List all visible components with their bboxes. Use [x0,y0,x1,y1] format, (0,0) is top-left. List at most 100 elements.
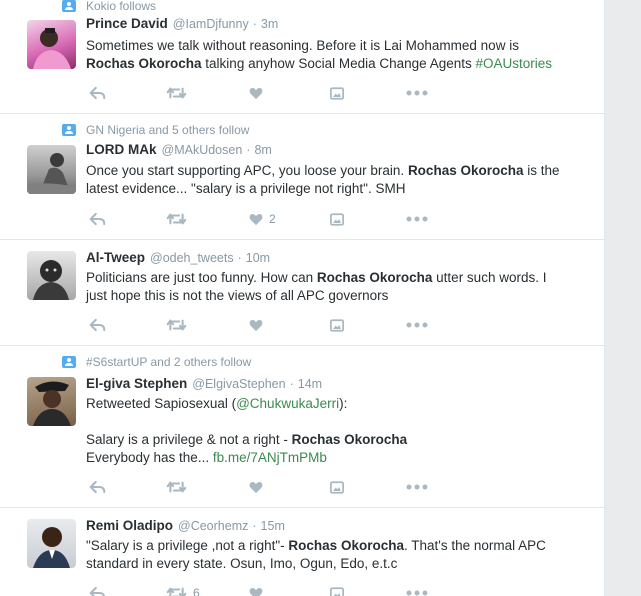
text-line: Sometimes we talk without reasoning. Bef… [86,38,519,53]
reply-button[interactable] [89,478,106,496]
follow-context: #S6startUP and 2 others follow [62,354,251,370]
more-button[interactable] [406,210,428,228]
text-fragment: utter such words. I [432,270,547,285]
text-line: standard in every state. Osun, Imo, Ogun… [86,556,398,571]
text-fragment: Once you start supporting APC, you loose… [86,163,408,178]
text-fragment: Everybody has the... [86,450,213,465]
reply-button[interactable] [89,316,106,334]
tweet-item[interactable]: Remi Oladipo @Ceorhemz · 15m "Salary is … [0,508,604,596]
tweet-item[interactable]: GN Nigeria and 5 others follow LORD MAk … [0,114,604,240]
author-handle[interactable]: @odeh_tweets [150,251,234,265]
author-name[interactable]: Prince David [86,16,168,31]
avatar[interactable] [27,377,76,426]
avatar[interactable] [27,145,76,194]
more-button[interactable] [406,316,428,334]
tweet-item[interactable]: Al-Tweep @odeh_tweets · 10m Politicians … [0,240,604,346]
text-line: Once you start supporting APC, you loose… [86,162,591,180]
retweet-icon [166,318,187,332]
tweet-actions [86,316,446,336]
tweet-actions [86,84,446,104]
heart-icon [249,213,263,226]
text-line: "Salary is a privilege ,not a right"- Ro… [86,537,591,555]
author-handle[interactable]: @IamDjfunny [173,17,249,31]
author-name[interactable]: Al-Tweep [86,250,145,265]
heart-icon [249,587,263,596]
tweet-item[interactable]: Kokio follows Prince David @IamDjfunny ·… [0,0,604,114]
retweet-button[interactable]: 6 [166,584,200,596]
text-line: latest evidence... "salary is a privileg… [86,181,406,196]
timeline: Kokio follows Prince David @IamDjfunny ·… [0,0,605,596]
avatar[interactable] [27,519,76,568]
text-fragment: ): [339,396,348,411]
avatar[interactable] [27,20,76,69]
retweet-button[interactable] [166,84,187,102]
reply-icon [89,480,106,494]
more-button[interactable] [406,584,428,596]
text-fragment: talking anyhow Social Media Change Agent… [201,56,476,71]
timestamp[interactable]: 10m [246,251,270,265]
like-button[interactable]: 2 [249,210,276,228]
reply-button[interactable] [89,84,106,102]
reply-icon [89,212,106,226]
media-button[interactable] [330,478,344,496]
mention-link[interactable]: @ChukwukaJerri [236,396,339,411]
reply-button[interactable] [89,210,106,228]
more-icon [406,484,428,490]
timestamp[interactable]: 15m [261,519,285,533]
follow-context: Kokio follows [62,0,156,14]
tweet-item[interactable]: #S6startUP and 2 others follow El-giva S… [0,346,604,508]
separator: · [252,17,257,31]
author-name[interactable]: LORD MAk [86,142,157,157]
like-button[interactable] [249,584,263,596]
reply-button[interactable] [89,584,106,596]
media-icon [330,481,344,494]
more-button[interactable] [406,478,428,496]
media-button[interactable] [330,210,344,228]
tweet-actions: 6 [86,584,446,596]
timestamp[interactable]: 8m [254,143,271,157]
media-button[interactable] [330,84,344,102]
timestamp[interactable]: 3m [261,17,278,31]
media-button[interactable] [330,316,344,334]
url-link[interactable]: fb.me/7ANjTmPMb [213,450,327,465]
media-button[interactable] [330,584,344,596]
reply-icon [89,586,106,596]
like-button[interactable] [249,316,263,334]
author-handle[interactable]: @ElgivaStephen [192,377,285,391]
hashtag-link[interactable]: #OAUstories [475,56,552,71]
more-button[interactable] [406,84,428,102]
avatar[interactable] [27,251,76,300]
retweet-button[interactable] [166,478,187,496]
text-line: Rochas Okorocha talking anyhow Social Me… [86,55,591,73]
text-line: Retweeted Sapiosexual (@ChukwukaJerri): [86,395,591,413]
more-icon [406,322,428,328]
like-button[interactable] [249,478,263,496]
text-fragment: "Salary is a privilege ,not a right"- [86,538,289,553]
separator: · [237,251,242,265]
heart-icon [249,319,263,332]
retweet-icon [166,586,187,596]
author-handle[interactable]: @MAkUdosen [162,143,243,157]
like-button[interactable] [249,84,263,102]
media-icon [330,587,344,596]
timestamp[interactable]: 14m [298,377,322,391]
retweet-button[interactable] [166,210,187,228]
text-line: just hope this is not the views of all A… [86,288,389,303]
author-handle[interactable]: @Ceorhemz [178,519,248,533]
tweet-text: Retweeted Sapiosexual (@ChukwukaJerri): … [86,395,591,467]
retweet-button[interactable] [166,316,187,334]
author-name[interactable]: El-giva Stephen [86,376,187,391]
author-name[interactable]: Remi Oladipo [86,518,173,533]
more-icon [406,590,428,596]
tweet-actions: 2 [86,210,446,230]
heart-icon [249,481,263,494]
like-count: 2 [269,212,276,226]
keyword-highlight: Rochas Okorocha [407,163,524,178]
person-icon [62,356,76,368]
tweet-actions [86,478,446,498]
text-fragment: . That's the normal APC [403,538,546,553]
keyword-highlight: Rochas Okorocha [316,270,433,285]
text-fragment: Salary is a privilege & not a right - [86,432,292,447]
heart-icon [249,87,263,100]
